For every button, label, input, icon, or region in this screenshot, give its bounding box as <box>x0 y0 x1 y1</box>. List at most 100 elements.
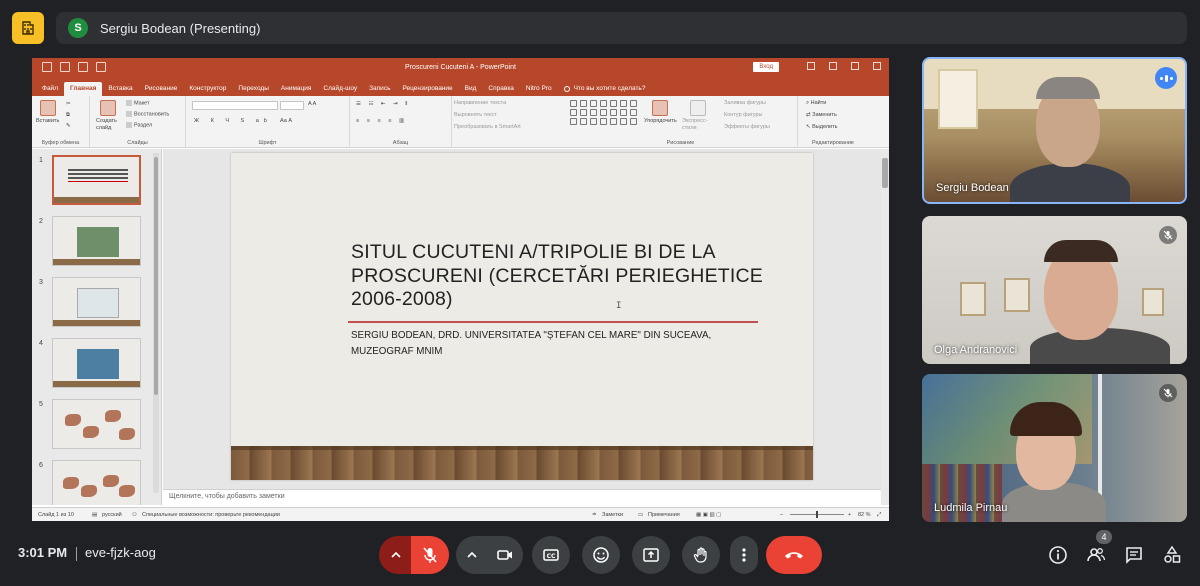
present-now-button[interactable] <box>632 536 670 574</box>
tab-nitro[interactable]: Nitro Pro <box>520 82 558 96</box>
maximize-icon[interactable] <box>851 62 859 70</box>
align-buttons[interactable]: ≡ ≡ ≡ ≡ ▥ <box>356 118 407 124</box>
proofing-icon[interactable]: ▤ <box>92 512 97 518</box>
thumbnail-row[interactable]: 2 <box>32 216 161 272</box>
select-button[interactable]: ↖ Выделить <box>806 124 838 130</box>
tab-home[interactable]: Главная <box>63 82 103 96</box>
tab-animations[interactable]: Анимация <box>275 82 318 96</box>
accessibility-status[interactable]: Специальные возможности: проверьте реком… <box>142 512 280 518</box>
smartart-button[interactable]: Преобразовать в SmartArt <box>454 124 521 130</box>
activities-button[interactable] <box>1159 542 1185 568</box>
tab-help[interactable]: Справка <box>482 82 520 96</box>
sign-in-button[interactable]: Вход <box>753 62 779 72</box>
notes-toggle[interactable]: Заметки <box>602 512 623 518</box>
tab-file[interactable]: Файл <box>36 82 64 96</box>
accessibility-icon[interactable]: ⚇ <box>132 512 137 518</box>
fit-slide-icon[interactable]: ⤢ <box>877 512 881 519</box>
text-direction-button[interactable]: Направление текста <box>454 100 506 106</box>
shape-fill-button[interactable]: Заливка фигуры <box>724 100 766 106</box>
thumbnail-row[interactable]: 6 <box>32 460 161 505</box>
slide-subtitle[interactable]: SERGIU BODEAN, DRD. UNIVERSITATEA "ȘTEFA… <box>351 328 791 360</box>
thumbnail-row[interactable]: 4 <box>32 338 161 394</box>
find-button[interactable]: ⌕ Найти <box>806 100 826 107</box>
meeting-details-button[interactable] <box>1045 542 1071 568</box>
language-indicator[interactable]: русский <box>102 512 122 518</box>
tell-me-box[interactable]: Что вы хотите сделать? <box>558 82 652 96</box>
paste-button[interactable]: Вставить <box>36 118 59 124</box>
tab-insert[interactable]: Вставка <box>102 82 138 96</box>
tab-review[interactable]: Рецензирование <box>396 82 458 96</box>
tab-slideshow[interactable]: Слайд-шоу <box>317 82 363 96</box>
participant-tile[interactable]: Sergiu Bodean <box>922 57 1187 204</box>
quick-styles-button[interactable]: Экспресс-стили <box>682 118 712 132</box>
slide-scrollbar-handle[interactable] <box>882 158 888 188</box>
chat-button[interactable] <box>1121 542 1147 568</box>
slide-scrollbar[interactable] <box>881 149 889 505</box>
slide-thumbnail[interactable] <box>52 216 141 266</box>
zoom-slider-handle[interactable] <box>816 511 818 518</box>
minimize-icon[interactable] <box>829 62 837 70</box>
captions-button[interactable]: CC <box>532 536 570 574</box>
section-button[interactable]: Раздел <box>126 122 152 128</box>
slide-thumbnail[interactable] <box>52 155 141 205</box>
font-size-combo[interactable] <box>280 101 304 110</box>
people-button[interactable] <box>1083 542 1109 568</box>
thumbnail-scrollbar-handle[interactable] <box>154 157 158 395</box>
shape-effects-button[interactable]: Эффекты фигуры <box>724 124 770 130</box>
zoom-level[interactable]: 82 % <box>858 512 871 518</box>
meeting-code[interactable]: eve-fjzk-aog <box>85 545 156 560</box>
window-controls <box>807 62 881 70</box>
notes-pane[interactable]: Щелкните, чтобы добавить заметки <box>163 489 881 505</box>
shapes-gallery[interactable] <box>570 100 638 125</box>
view-buttons[interactable]: ▦ ▣ ▥ ▢ <box>696 512 721 518</box>
audio-options-button[interactable] <box>379 536 413 574</box>
tab-transitions[interactable]: Переходы <box>232 82 275 96</box>
raise-hand-button[interactable] <box>682 536 720 574</box>
presenter-chip[interactable]: S Sergiu Bodean (Presenting) <box>56 12 1187 44</box>
align-text-button[interactable]: Выровнять текст <box>454 112 497 118</box>
layout-button[interactable]: Макет <box>126 100 150 106</box>
font-name-combo[interactable] <box>192 101 278 110</box>
participant-tile[interactable]: Olga Andranovici <box>922 216 1187 364</box>
font-format-buttons[interactable]: Ж К Ч S ab <box>194 118 272 124</box>
new-slide-button[interactable]: Создать слайд <box>96 118 124 132</box>
thumbnail-row[interactable]: 3 <box>32 277 161 333</box>
tab-design[interactable]: Конструктор <box>183 82 232 96</box>
camera-button[interactable] <box>487 536 523 574</box>
reset-button[interactable]: Восстановить <box>126 111 169 117</box>
cut-icon[interactable]: ✂ <box>66 101 71 107</box>
tab-record[interactable]: Запись <box>363 82 396 96</box>
list-buttons[interactable]: ☰ ☷ ⇤ ⇥ ‖ <box>356 101 410 107</box>
arrange-button[interactable]: Упорядочить <box>644 118 677 124</box>
tab-draw[interactable]: Рисование <box>139 82 184 96</box>
microphone-button[interactable] <box>411 536 449 574</box>
format-painter-icon[interactable]: ✎ <box>66 123 71 129</box>
slide-title[interactable]: SITUL CUCUTENI A/TRIPOLIE BI DE LA PROSC… <box>351 241 781 312</box>
slide-thumbnail[interactable] <box>52 399 141 449</box>
video-options-button[interactable] <box>456 536 488 574</box>
font-color-icon[interactable]: Аа A <box>280 118 292 124</box>
thumbnail-row[interactable]: 5 <box>32 399 161 455</box>
participant-tile[interactable]: Ludmila Pirnau <box>922 374 1187 522</box>
quick-styles-icon <box>690 100 706 116</box>
copy-icon[interactable]: ⧉ <box>66 112 70 119</box>
more-options-button[interactable] <box>730 536 758 574</box>
close-icon[interactable] <box>873 62 881 70</box>
leave-call-button[interactable] <box>766 536 822 574</box>
slide-thumbnail[interactable] <box>52 460 141 505</box>
reactions-button[interactable] <box>582 536 620 574</box>
shape-outline-button[interactable]: Контур фигуры <box>724 112 762 118</box>
slide-thumbnail[interactable] <box>52 338 141 388</box>
font-grow-icon[interactable]: A A <box>308 101 316 107</box>
zoom-in-icon[interactable]: + <box>848 512 851 518</box>
mic-off-icon <box>1159 226 1177 244</box>
comments-toggle[interactable]: Примечания <box>648 512 680 518</box>
current-slide[interactable]: SITUL CUCUTENI A/TRIPOLIE BI DE LA PROSC… <box>231 153 813 480</box>
tab-view[interactable]: Вид <box>459 82 483 96</box>
home-button[interactable] <box>12 12 44 44</box>
slide-thumbnail[interactable] <box>52 277 141 327</box>
replace-button[interactable]: ⇄ Заменить <box>806 112 837 118</box>
thumbnail-row[interactable]: 1 <box>32 155 161 211</box>
zoom-out-icon[interactable]: – <box>780 512 783 518</box>
ribbon-options-icon[interactable] <box>807 62 815 70</box>
